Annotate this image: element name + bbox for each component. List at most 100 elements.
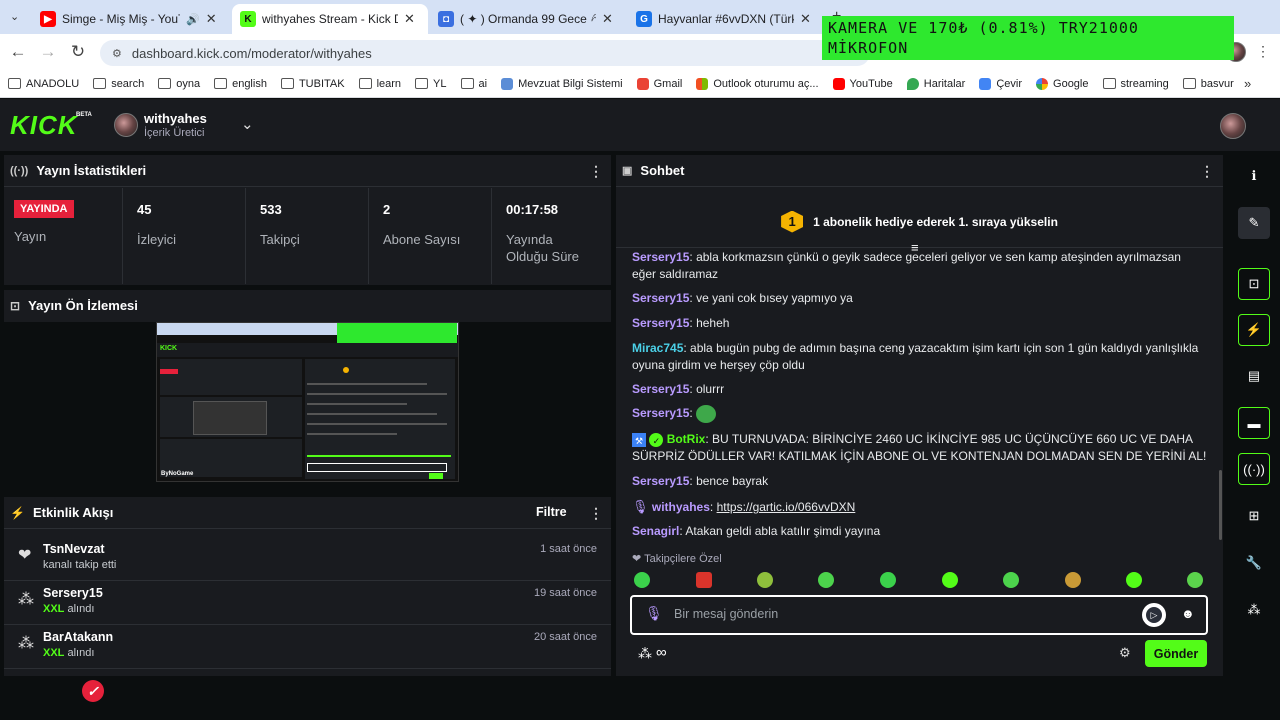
close-icon[interactable]: ✕ [206,11,217,27]
back-icon[interactable]: ← [8,42,28,62]
activity-menu-icon[interactable]: ⋮ [589,505,603,522]
chat-username[interactable]: Sersery15 [632,250,689,264]
chat-link[interactable]: https://gartic.io/066vvDXN [717,500,856,514]
chat-username[interactable]: Mirac745 [632,341,683,355]
chat-username[interactable]: Sersery15 [632,406,689,420]
emote-8-icon[interactable] [1065,572,1081,588]
emote-2-icon[interactable] [696,572,712,588]
youtube-icon [832,77,845,90]
browser-tab-gartic[interactable]: G Hayvanlar #6vvDXN (Türkçe) - G ✕ [628,4,824,34]
emote-6-icon[interactable] [942,572,958,588]
bookmark-yl[interactable]: YL [415,77,447,90]
stats-menu-icon[interactable]: ⋮ [589,163,603,180]
bookmark-learn[interactable]: learn [358,78,401,90]
user-avatar[interactable] [1220,113,1246,139]
wrench-icon[interactable]: 🔧 [1238,547,1270,579]
channel-avatar[interactable] [114,113,138,137]
activity-username[interactable]: BarAtakann [43,630,113,644]
stat-value: 2 [383,202,391,217]
notes-icon[interactable]: ▤ [1238,360,1270,392]
tab-search-icon[interactable]: ⌄ [10,10,19,23]
emote-3-icon[interactable] [757,572,773,588]
stat-viewers: 45 İzleyici [123,188,246,284]
kick-points-icon[interactable]: ⁂ [638,645,652,662]
chat-username[interactable]: BotRix [667,432,706,446]
bookmark-gmail[interactable]: Gmail [636,77,682,90]
emote-10-icon[interactable] [1187,572,1203,588]
reload-icon[interactable]: ↻ [68,42,88,62]
chat-username[interactable]: Sersery15 [632,382,689,396]
rank-badge-icon: 1 [781,210,804,233]
bookmark-mevzuat[interactable]: Mevzuat Bilgi Sistemi [501,77,623,90]
bookmark-basvur[interactable]: basvur [1182,78,1234,90]
forward-icon[interactable]: → [38,42,58,62]
bookmark-search[interactable]: search [93,78,144,90]
chat-message: Sersery15: ve yani cok bısey yapmıyo ya [632,291,853,305]
chat-text: heheh [696,316,730,330]
bookmark-oyna[interactable]: oyna [158,78,200,90]
close-icon[interactable]: ✕ [800,11,811,27]
chevron-down-icon[interactable]: ⌄ [241,115,254,133]
bookmark-tubitak[interactable]: TUBITAK [280,78,345,90]
chat-username[interactable]: withyahes [652,500,710,514]
browser-menu-icon[interactable]: ⋮ [1256,43,1270,60]
chat-username[interactable]: Sersery15 [632,291,689,305]
broadcast-toggle-icon[interactable]: ((·)) [1238,453,1270,485]
bookmark-streaming[interactable]: streaming [1102,78,1169,90]
bookmark-cevir[interactable]: Çevir [979,77,1022,90]
activity-time: 1 saat önce [540,543,597,555]
layout-icon[interactable]: ⊞ [1238,500,1270,532]
emote-4-icon[interactable] [818,572,834,588]
bookmark-anadolu[interactable]: ANADOLU [8,78,79,90]
app-tray-icon[interactable]: ✓ [82,680,104,702]
edit-icon[interactable]: ✎ [1238,207,1270,239]
bookmark-google[interactable]: Google [1036,77,1089,90]
emoji-icon[interactable]: ☻ [1181,606,1195,621]
bookmark-ai[interactable]: ai [460,78,487,90]
emote-1-icon[interactable] [634,572,650,588]
gift-sub-promo[interactable]: 1 1 abonelik hediye ederek 1. sıraya yük… [616,196,1223,248]
close-icon[interactable]: ✕ [404,11,415,27]
chat-toggle-icon[interactable]: ▬ [1238,407,1270,439]
browser-tab-kick[interactable]: K withyahes Stream - Kick Dashb ✕ [232,4,428,34]
chat-settings-icon[interactable]: ⚙ [1119,645,1131,661]
chat-scrollbar[interactable] [1219,470,1222,540]
more-bookmarks-icon[interactable]: » [1244,76,1251,91]
emote-7-icon[interactable] [1003,572,1019,588]
send-button[interactable]: Gönder [1145,640,1207,667]
emote-9-icon[interactable] [1126,572,1142,588]
kick-assistant-button[interactable]: ▷ [1142,603,1166,627]
info-icon[interactable]: ℹ [1238,160,1270,192]
chat-username[interactable]: Sersery15 [632,316,689,330]
stream-preview-video[interactable]: KICK ByNoGame [156,322,459,482]
activity-username[interactable]: Sersery15 [43,586,103,600]
bookmark-haritalar[interactable]: Haritalar [906,77,965,90]
bookmark-label: YouTube [849,77,893,90]
kick-logo[interactable]: KICK [10,110,78,141]
chat-menu-icon[interactable]: ⋮ [1200,163,1214,180]
chat-username[interactable]: Senagirl [632,524,679,538]
address-bar[interactable]: ⚙ dashboard.kick.com/moderator/withyahes [100,40,870,66]
channel-name[interactable]: withyahes [144,111,207,126]
chat-username[interactable]: Sersery15 [632,474,689,488]
close-icon[interactable]: ✕ [602,11,613,27]
stream-preview-toggle-icon[interactable]: ⊡ [1238,268,1270,300]
filter-button[interactable]: Filtre [536,505,567,519]
bookmark-outlook[interactable]: Outlook oturumu aç... [696,77,819,90]
quick-actions-icon[interactable]: ⚡ [1238,314,1270,346]
browser-tab-youtube[interactable]: ▶ Simge - Miş Miş - YouTube 🔊 ✕ [32,4,232,34]
beta-badge: BETA [76,112,92,118]
bookmark-english[interactable]: english [214,78,267,90]
activity-feed-header: ⚡ Etkinlik Akışı [10,505,113,520]
emote-5-icon[interactable] [880,572,896,588]
chat-message: 🎙 withyahes: https://gartic.io/066vvDXN [632,499,856,514]
points-icon[interactable]: ⁂ [1238,594,1270,626]
bookmark-label: YL [433,77,447,90]
stat-subscribers: 2 Abone Sayısı [369,188,492,284]
browser-tab-discord[interactable]: ◘ ( ✦ ) Ormanda 99 Gece ⛏ [❄ S ✕ [430,4,626,34]
bookmark-youtube[interactable]: YouTube [832,77,893,90]
activity-username[interactable]: TsnNevzat [43,542,105,556]
site-info-icon[interactable]: ⚙ [112,47,122,60]
mic-icon: 🎙 [645,605,663,621]
speaker-icon[interactable]: 🔊 [186,13,200,26]
